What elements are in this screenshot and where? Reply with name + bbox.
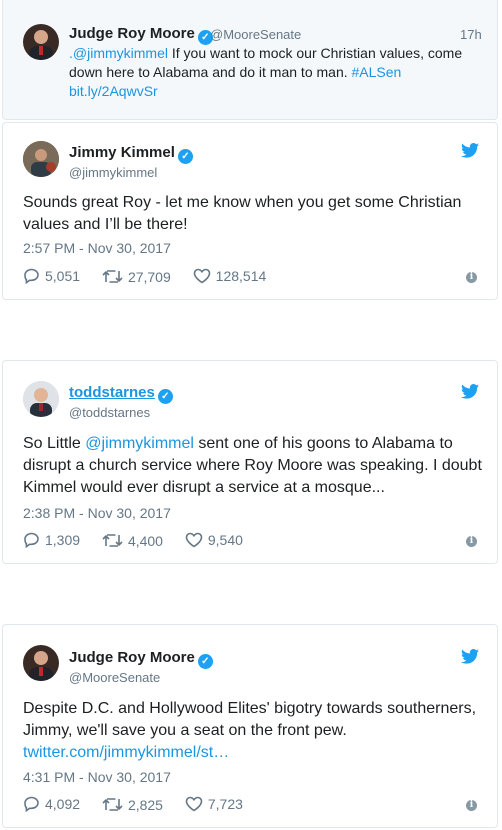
heart-icon [185,796,203,812]
reply-icon [24,796,39,812]
reply-icon [24,532,39,548]
avatar[interactable] [23,381,59,417]
verified-icon: ✓ [157,389,173,404]
short-link[interactable]: bit.ly/2AqwvSr [69,83,158,99]
avatar[interactable] [23,645,59,681]
tweet-text: Despite D.C. and Hollywood Elites' bigot… [23,700,477,761]
tweet-timestamp[interactable]: 2:38 PM - Nov 30, 2017 [23,505,171,521]
reply-count: 4,092 [45,796,81,812]
avatar[interactable] [23,24,59,60]
author-name[interactable]: Judge Roy Moore ✓ [69,649,213,669]
retweet-count: 27,709 [127,268,171,285]
avatar[interactable] [23,141,59,177]
retweet-icon [102,534,123,547]
like-count: 7,723 [207,796,243,812]
reply-button[interactable]: 5,051 [23,268,80,284]
retweet-button[interactable]: 27,709 [102,269,171,285]
author-name[interactable]: Jimmy Kimmel ✓ [69,144,193,164]
retweet-count: 4,400 [127,532,163,549]
info-icon[interactable]: i [466,272,477,283]
reply-button[interactable]: 4,092 [23,796,80,812]
quoted-tweet[interactable]: Judge Roy Moore ✓ @MooreSenate 17h .@jimm… [2,0,498,120]
heart-icon [193,268,210,284]
tweet-link[interactable]: twitter.com/jimmykimmel/st… [23,744,229,761]
retweet-count: 2,825 [127,796,163,813]
twitter-bird-icon[interactable] [461,143,479,158]
hashtag-link[interactable]: #ALSen [352,64,402,80]
twitter-bird-icon[interactable] [461,649,479,664]
tweet-text: Sounds great Roy - let me know when you … [23,194,462,233]
tweet-text: So Little @jimmykimmel sent one of his g… [23,435,482,496]
like-button[interactable]: 128,514 [193,268,267,284]
info-icon[interactable]: i [466,536,477,547]
verified-icon: ✓ [177,149,193,164]
reply-button[interactable]: 1,309 [23,532,80,548]
tweet-age[interactable]: 17h [460,27,482,42]
like-button[interactable]: 9,540 [185,532,243,548]
tweet-card[interactable]: Jimmy Kimmel ✓ @jimmykimmel Sounds great … [2,122,498,300]
like-count: 128,514 [215,268,267,284]
retweet-button[interactable]: 4,400 [102,533,163,549]
heart-icon [185,532,203,548]
like-count: 9,540 [207,532,243,548]
tweet-card[interactable]: toddstarnes ✓ @toddstarnes So Little @jim… [2,360,498,564]
reply-count: 5,051 [45,268,81,284]
mention-link[interactable]: .@jimmykimmel [69,45,168,61]
twitter-bird-icon[interactable] [461,384,479,399]
tweet-timestamp[interactable]: 2:57 PM - Nov 30, 2017 [23,240,171,256]
author-handle[interactable]: @toddstarnes [69,405,150,420]
author-name[interactable]: Judge Roy Moore ✓ [69,25,213,45]
info-icon[interactable]: i [466,800,477,811]
retweet-button[interactable]: 2,825 [102,797,163,813]
author-handle[interactable]: @MooreSenate [210,27,301,42]
tweet-card[interactable]: Judge Roy Moore ✓ @MooreSenate Despite D.… [2,624,498,828]
mention-link[interactable]: @jimmykimmel [85,435,194,452]
tweet-actions: 4,092 2,825 7,723 [23,796,261,815]
tweet-timestamp[interactable]: 4:31 PM - Nov 30, 2017 [23,769,171,785]
reply-count: 1,309 [45,532,81,548]
verified-icon: ✓ [197,654,213,669]
retweet-icon [102,798,123,811]
quoted-tweet-text: .@jimmykimmel If you want to mock our Ch… [69,44,479,101]
tweet-actions: 1,309 4,400 9,540 [23,532,261,551]
retweet-icon [102,270,123,283]
like-button[interactable]: 7,723 [185,796,243,812]
author-name[interactable]: toddstarnes ✓ [69,384,173,404]
reply-icon [24,268,39,284]
author-handle[interactable]: @jimmykimmel [69,165,157,180]
tweet-actions: 5,051 27,709 128,514 [23,268,284,287]
author-handle[interactable]: @MooreSenate [69,670,160,685]
